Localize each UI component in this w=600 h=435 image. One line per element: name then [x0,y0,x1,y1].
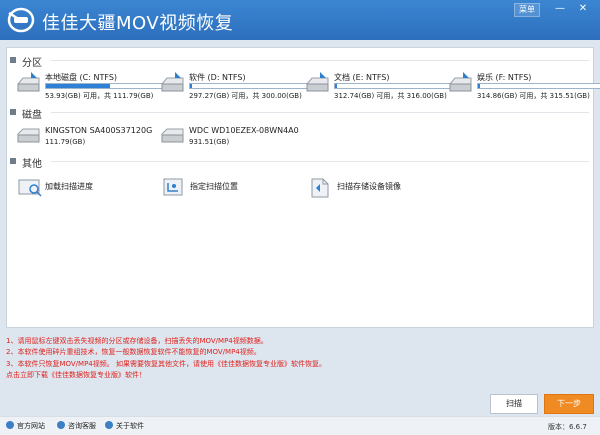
disk-item-kingston[interactable]: KINGSTON SA400S37120G 111.79(GB) [15,126,155,150]
usage-bar [45,83,170,89]
section-disks: 磁盘 [7,105,593,121]
about-label: 关于软件 [116,422,144,430]
partition-item-c[interactable]: 本地磁盘 (C: NTFS) 53.93(GB) 可用，共 111.79(GB) [15,72,175,102]
section-partitions: 分区 [7,53,593,69]
section-divider [51,161,589,162]
minimize-button[interactable]: — [550,2,570,16]
hard-drive-icon [449,72,472,92]
usage-bar [477,83,600,89]
other-item-load-progress[interactable]: 加载扫描进度 [17,176,137,200]
app-logo-icon [7,7,35,33]
main-panel: 分区 本地磁盘 (C: NTFS) 53.93(GB) 可用，共 111.79(… [6,47,600,328]
info-icon [105,421,113,429]
notice-list: 1、请用鼠标左键双击丢失视频的分区或存储设备，扫描丢失的MOV/MP4视频数据。… [6,336,476,381]
other-item-scan-image[interactable]: 扫描存储设备镜像 [309,176,449,200]
section-divider [51,112,589,113]
section-label: 其他 [22,159,42,170]
partition-name: 本地磁盘 (C: NTFS) [45,73,118,82]
usage-bar-fill [478,84,481,88]
disk-drive-icon [161,128,184,143]
section-collapse-icon [10,158,16,164]
notice-line: 1、请用鼠标左键双击丢失视频的分区或存储设备，扫描丢失的MOV/MP4视频数据。 [6,337,268,345]
notice-line: 2、本软件使用碎片重组技术，恢复一般数据恢复软件不能恢复的MOV/MP4视频。 [6,348,261,357]
other-label: 指定扫描位置 [190,182,238,191]
footer: 官方网站 咨询客服 关于软件 [0,416,600,435]
close-button[interactable]: ✕ [573,2,593,16]
title-bar: 佳佳大疆MOV视频恢复 菜单 — ✕ [0,0,600,40]
disk-size: 111.79(GB) [45,138,86,146]
usage-bar-fill [190,84,193,88]
partition-size: 53.93(GB) 可用，共 111.79(GB) [45,92,154,100]
section-collapse-icon [10,109,16,115]
hard-drive-icon [306,72,329,92]
partition-item-f[interactable]: 娱乐 (F: NTFS) 314.86(GB) 可用，共 315.51(GB) [447,72,600,102]
hard-drive-icon [161,72,184,92]
usage-bar-fill [335,84,338,88]
partition-size: 312.74(GB) 可用，共 316.00(GB) [334,92,447,100]
hard-drive-icon [17,72,40,92]
partition-name: 文档 (E: NTFS) [334,73,390,82]
download-link[interactable]: 点击立即下载《佳佳数据恢复专业版》软件！ [6,370,476,381]
about-link[interactable]: 关于软件 [105,421,144,431]
partition-item-d[interactable]: 软件 (D: NTFS) 297.27(GB) 可用，共 300.00(GB) [159,72,319,102]
section-label: 磁盘 [22,110,42,121]
usage-bar [189,83,314,89]
version-label: 版本：6.6.7 [548,423,587,431]
disk-item-wdc[interactable]: WDC WD10EZEX-08WN4A0 931.51(GB) [159,126,319,150]
chat-icon [57,421,65,429]
section-divider [51,60,589,61]
website-link[interactable]: 官方网站 [6,421,45,431]
section-label: 分区 [22,58,42,69]
scan-location-icon [163,178,183,196]
support-link[interactable]: 咨询客服 [57,421,96,431]
disk-drive-icon [17,128,40,143]
load-progress-icon [18,179,42,197]
scan-button[interactable]: 扫描 [490,394,538,414]
disk-name: KINGSTON SA400S37120G [45,126,153,135]
partition-item-e[interactable]: 文档 (E: NTFS) 312.74(GB) 可用，共 316.00(GB) [304,72,464,102]
other-item-scan-location[interactable]: 指定扫描位置 [162,176,282,200]
partition-name: 娱乐 (F: NTFS) [477,73,532,82]
disk-name: WDC WD10EZEX-08WN4A0 [189,126,299,135]
app-title: 佳佳大疆MOV视频恢复 [42,13,234,34]
section-collapse-icon [10,57,16,63]
support-label: 咨询客服 [68,422,96,430]
disk-size: 931.51(GB) [189,138,230,146]
usage-bar [334,83,459,89]
next-button[interactable]: 下一步 [544,394,594,414]
menu-button[interactable]: 菜单 [514,3,540,17]
partition-name: 软件 (D: NTFS) [189,73,246,82]
home-icon [6,421,14,429]
usage-bar-fill [46,84,110,88]
partition-size: 314.86(GB) 可用，共 315.51(GB) [477,92,590,100]
notice-line: 3、本软件只恢复MOV/MP4视频。 如果需要恢复其他文件，请使用《佳佳数据恢复… [6,359,326,368]
disk-image-icon [311,178,329,198]
other-label: 扫描存储设备镜像 [337,182,401,191]
other-label: 加载扫描进度 [45,182,93,191]
partition-size: 297.27(GB) 可用，共 300.00(GB) [189,92,302,100]
section-other: 其他 [7,154,593,170]
website-label: 官方网站 [17,422,45,430]
